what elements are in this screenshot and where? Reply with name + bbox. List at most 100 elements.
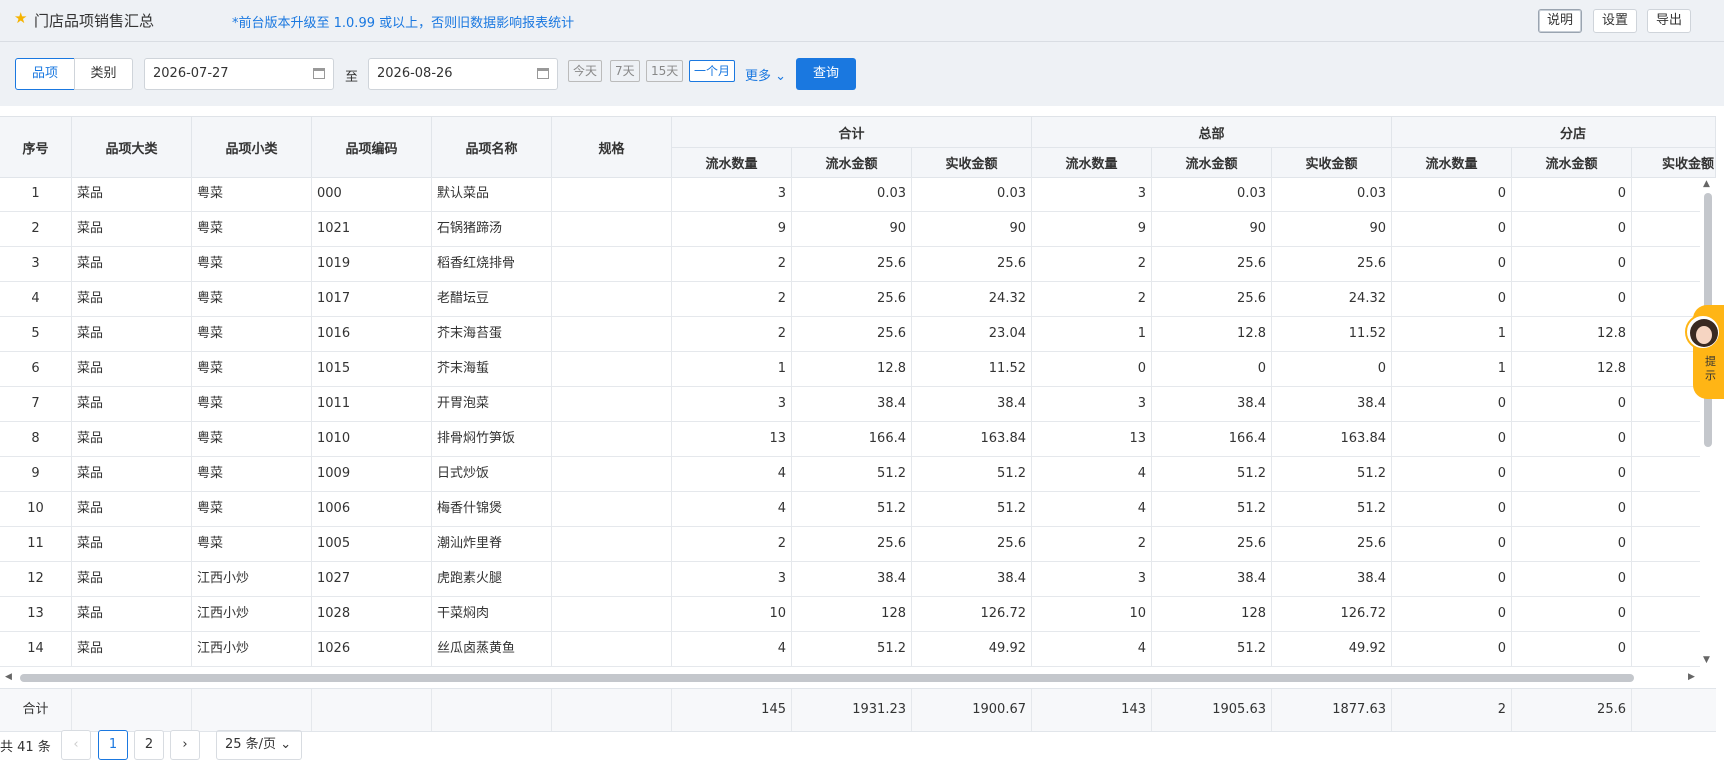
help-assistant-widget[interactable]: 提示 <box>1685 305 1724 399</box>
quick-15days-button[interactable]: 15天 <box>646 60 684 82</box>
cell-spec <box>552 492 672 526</box>
cell-item-code: 1005 <box>312 527 432 561</box>
cell-branch-qty: 0 <box>1392 597 1512 631</box>
export-button[interactable]: 导出 <box>1647 9 1692 33</box>
star-icon[interactable]: ★ <box>14 9 27 27</box>
mode-item-tab[interactable]: 品项 <box>15 58 75 90</box>
cell-hq-flow: 25.6 <box>1152 527 1272 561</box>
cell-branch-received <box>1632 527 1700 561</box>
cell-branch-received <box>1632 422 1700 456</box>
cell-branch-flow: 0 <box>1512 597 1632 631</box>
col-branch-received-amount[interactable]: 实收金额 <box>1632 148 1716 178</box>
cell-total-received: 51.2 <box>912 492 1032 526</box>
table-row[interactable]: 9 菜品 粤菜 1009 日式炒饭 4 51.2 51.2 4 51.2 51.2 0 0 <box>0 457 1700 492</box>
totals-empty <box>432 689 552 731</box>
cell-total-qty: 2 <box>672 317 792 351</box>
scroll-left-icon[interactable]: ◀ <box>5 672 12 682</box>
scroll-right-icon[interactable]: ▶ <box>1688 672 1695 682</box>
col-branch-qty[interactable]: 流水数量 <box>1392 148 1512 178</box>
cell-hq-qty: 3 <box>1032 177 1152 211</box>
cell-hq-received: 38.4 <box>1272 387 1392 421</box>
table-row[interactable]: 12 菜品 江西小炒 1027 虎跑素火腿 3 38.4 38.4 3 38.4 38.4 0 0 <box>0 562 1700 597</box>
start-date-input[interactable]: 2026-07-27 <box>144 58 334 90</box>
cell-branch-qty: 1 <box>1392 317 1512 351</box>
cell-item-name: 潮汕炸里脊 <box>432 527 552 561</box>
col-total-qty[interactable]: 流水数量 <box>672 148 792 178</box>
cell-branch-flow: 0 <box>1512 527 1632 561</box>
explain-button[interactable]: 说明 <box>1538 9 1583 33</box>
col-total-flow-amount[interactable]: 流水金额 <box>792 148 912 178</box>
table-row[interactable]: 4 菜品 粤菜 1017 老醋坛豆 2 25.6 24.32 2 25.6 24.32 0 0 <box>0 282 1700 317</box>
col-hq-qty[interactable]: 流水数量 <box>1032 148 1152 178</box>
prev-page-button[interactable]: ‹ <box>61 730 91 760</box>
col-hq-flow-amount[interactable]: 流水金额 <box>1152 148 1272 178</box>
cell-item-code: 1015 <box>312 352 432 386</box>
cell-item-name: 虎跑素火腿 <box>432 562 552 596</box>
vertical-scrollbar[interactable]: ▲ ▼ <box>1700 177 1716 669</box>
table-row[interactable]: 6 菜品 粤菜 1015 芥末海蜇 1 12.8 11.52 0 0 0 1 12.8 <box>0 352 1700 387</box>
cell-major-category: 菜品 <box>72 177 192 211</box>
cell-seq: 14 <box>0 632 72 666</box>
table-row[interactable]: 1 菜品 粤菜 000 默认菜品 3 0.03 0.03 3 0.03 0.03 0 0 <box>0 177 1700 212</box>
quick-7days-button[interactable]: 7天 <box>610 60 640 82</box>
cell-seq: 12 <box>0 562 72 596</box>
cell-major-category: 菜品 <box>72 387 192 421</box>
col-minor-category[interactable]: 品项小类 <box>192 117 312 178</box>
col-total-received-amount[interactable]: 实收金额 <box>912 148 1032 178</box>
cell-hq-qty: 2 <box>1032 282 1152 316</box>
cell-major-category: 菜品 <box>72 352 192 386</box>
cell-hq-qty: 2 <box>1032 527 1152 561</box>
table-row[interactable]: 5 菜品 粤菜 1016 芥末海苔蛋 2 25.6 23.04 1 12.8 11.52 1 12.8 <box>0 317 1700 352</box>
cell-seq: 13 <box>0 597 72 631</box>
more-dropdown[interactable]: 更多 ⌄ <box>745 65 786 84</box>
cell-spec <box>552 212 672 246</box>
col-item-code[interactable]: 品项编码 <box>312 117 432 178</box>
col-major-category[interactable]: 品项大类 <box>72 117 192 178</box>
table-row[interactable]: 3 菜品 粤菜 1019 稻香红烧排骨 2 25.6 25.6 2 25.6 25.6 0 0 <box>0 247 1700 282</box>
cell-branch-qty: 0 <box>1392 177 1512 211</box>
table-row[interactable]: 11 菜品 粤菜 1005 潮汕炸里脊 2 25.6 25.6 2 25.6 25.6 0 0 <box>0 527 1700 562</box>
col-spec[interactable]: 规格 <box>552 117 672 178</box>
end-date-input[interactable]: 2026-08-26 <box>368 58 558 90</box>
cell-item-code: 1026 <box>312 632 432 666</box>
cell-spec <box>552 387 672 421</box>
page-1-button[interactable]: 1 <box>98 730 128 760</box>
header-bar: ★ 门店品项销售汇总 *前台版本升级至 1.0.99 或以上，否则旧数据影响报表… <box>0 0 1724 42</box>
mode-category-tab[interactable]: 类别 <box>74 58 133 90</box>
totals-hq-flow: 1905.63 <box>1152 689 1272 731</box>
cell-hq-received: 0 <box>1272 352 1392 386</box>
horizontal-scroll-thumb[interactable] <box>20 674 1634 682</box>
cell-spec <box>552 352 672 386</box>
assistant-avatar[interactable] <box>1685 314 1721 350</box>
table-row[interactable]: 14 菜品 江西小炒 1026 丝瓜卤蒸黄鱼 4 51.2 49.92 4 51.2 49.92 0 0 <box>0 632 1700 667</box>
cell-hq-received: 51.2 <box>1272 492 1392 526</box>
next-page-button[interactable]: › <box>170 730 200 760</box>
table-row[interactable]: 8 菜品 粤菜 1010 排骨焖竹笋饭 13 166.4 163.84 13 166.4 163.8… <box>0 422 1700 457</box>
scroll-down-icon[interactable]: ▼ <box>1703 655 1710 665</box>
cell-seq: 7 <box>0 387 72 421</box>
totals-total-qty: 145 <box>672 689 792 731</box>
cell-major-category: 菜品 <box>72 632 192 666</box>
page-2-button[interactable]: 2 <box>134 730 164 760</box>
col-item-name[interactable]: 品项名称 <box>432 117 552 178</box>
quick-today-button[interactable]: 今天 <box>568 60 603 82</box>
cell-hq-flow: 166.4 <box>1152 422 1272 456</box>
table-row[interactable]: 10 菜品 粤菜 1006 梅香什锦煲 4 51.2 51.2 4 51.2 51.2 0 0 <box>0 492 1700 527</box>
settings-button[interactable]: 设置 <box>1593 9 1638 33</box>
table-row[interactable]: 7 菜品 粤菜 1011 开胃泡菜 3 38.4 38.4 3 38.4 38.4 0 0 <box>0 387 1700 422</box>
col-branch-flow-amount[interactable]: 流水金额 <box>1512 148 1632 178</box>
table-row[interactable]: 13 菜品 江西小炒 1028 干菜焖肉 10 128 126.72 10 128 126.72 0 0 <box>0 597 1700 632</box>
col-seq[interactable]: 序号 <box>0 117 72 178</box>
col-hq-received-amount[interactable]: 实收金额 <box>1272 148 1392 178</box>
scroll-up-icon[interactable]: ▲ <box>1703 179 1710 189</box>
query-button[interactable]: 查询 <box>796 58 856 90</box>
quick-month-button[interactable]: 一个月 <box>689 60 736 82</box>
cell-branch-received <box>1632 492 1700 526</box>
table-row[interactable]: 2 菜品 粤菜 1021 石锅猪蹄汤 9 90 90 9 90 90 0 0 <box>0 212 1700 247</box>
horizontal-scrollbar[interactable]: ◀ ▶ <box>0 669 1700 687</box>
cell-seq: 11 <box>0 527 72 561</box>
cell-seq: 3 <box>0 247 72 281</box>
cell-minor-category: 粤菜 <box>192 422 312 456</box>
cell-branch-flow: 0 <box>1512 562 1632 596</box>
page-size-select[interactable]: 25 条/页 ⌄ <box>216 730 302 760</box>
